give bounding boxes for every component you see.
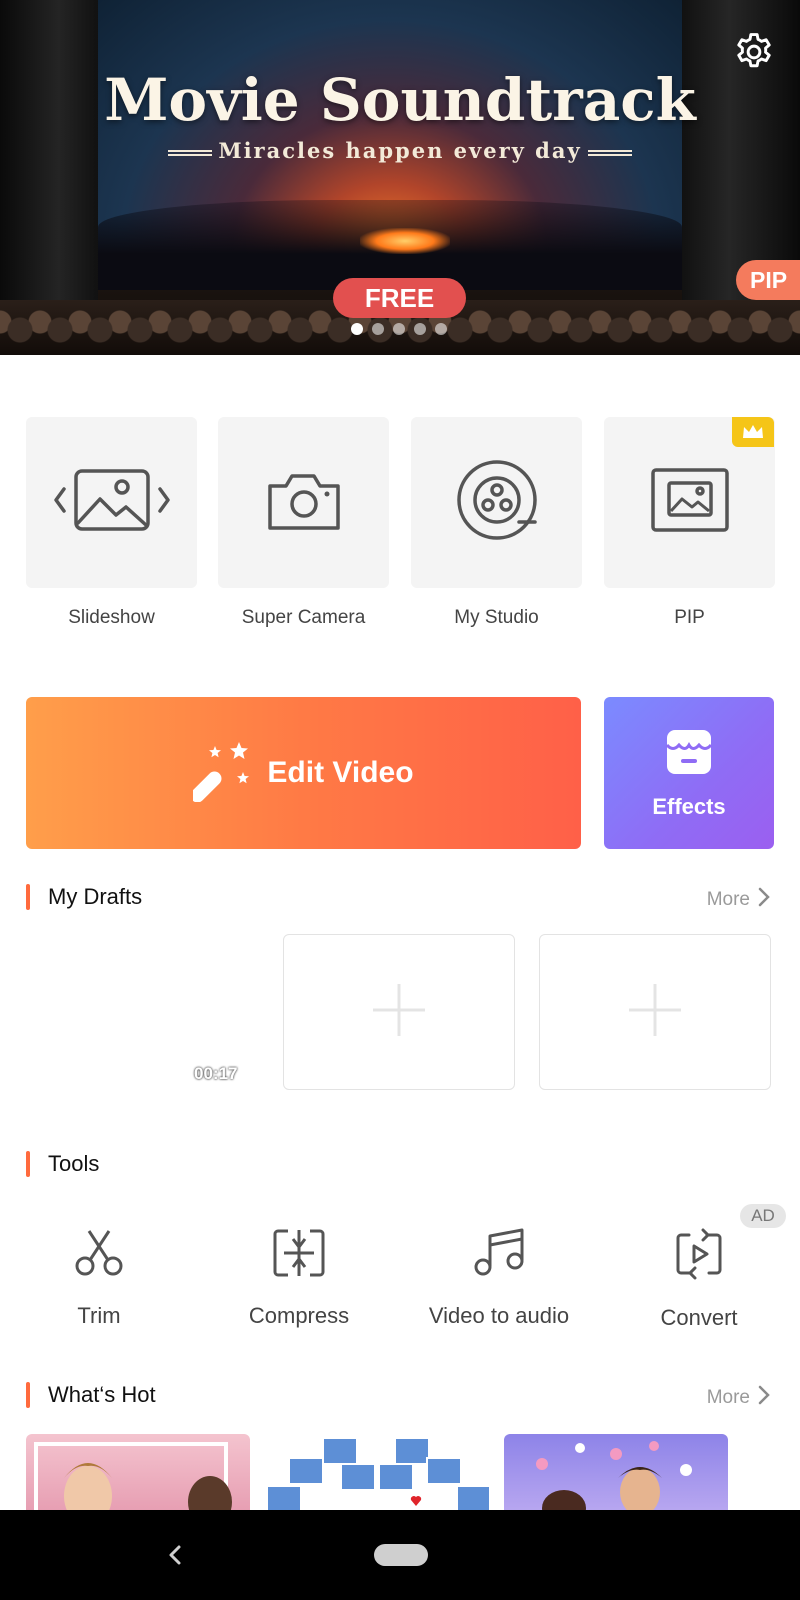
convert-tool[interactable]: Convert bbox=[604, 1228, 794, 1331]
trim-tool[interactable]: Trim bbox=[4, 1228, 194, 1329]
chevron-right-icon bbox=[758, 887, 770, 913]
section-accent-bar bbox=[26, 884, 30, 910]
balloons-photo-thumbnail bbox=[536, 1441, 692, 1510]
subtitle-right-rule bbox=[587, 149, 632, 156]
compress-label: Compress bbox=[248, 1303, 350, 1328]
couple-photo-thumbnail bbox=[34, 1442, 232, 1510]
edit-video-label: Edit Video bbox=[267, 756, 414, 789]
banner-subtitle: Miracles happen every day bbox=[218, 138, 582, 163]
new-draft-slot[interactable] bbox=[539, 934, 771, 1090]
hot-template-card[interactable] bbox=[504, 1434, 728, 1510]
plus-icon bbox=[371, 982, 427, 1043]
whats-hot-header: What‘s Hot bbox=[26, 1382, 156, 1408]
hot-more-link[interactable]: More bbox=[707, 1385, 770, 1411]
pip-icon bbox=[650, 467, 730, 538]
back-icon[interactable] bbox=[160, 1540, 190, 1570]
pagination-dot[interactable] bbox=[435, 323, 447, 335]
convert-icon bbox=[675, 1228, 723, 1285]
hot-template-card[interactable] bbox=[26, 1434, 250, 1510]
compress-icon bbox=[272, 1228, 326, 1283]
plus-icon bbox=[627, 982, 683, 1043]
system-navigation-bar bbox=[0, 1510, 800, 1600]
effects-button[interactable]: Effects bbox=[604, 697, 774, 849]
more-label: More bbox=[706, 1387, 750, 1408]
music-note-icon bbox=[472, 1228, 526, 1283]
hot-template-card[interactable] bbox=[267, 1434, 489, 1510]
compress-tool[interactable]: Compress bbox=[204, 1228, 394, 1329]
scissors-icon bbox=[73, 1228, 125, 1283]
promo-banner[interactable]: Movie Soundtrack Miracles happen every d… bbox=[0, 0, 800, 355]
pip-label: PIP bbox=[674, 607, 705, 628]
pagination-dot[interactable] bbox=[414, 323, 426, 335]
tools-header: Tools bbox=[26, 1151, 99, 1177]
subtitle-left-rule bbox=[168, 149, 213, 156]
store-icon bbox=[664, 727, 714, 782]
section-accent-bar bbox=[26, 1382, 30, 1408]
drafts-more-link[interactable]: More bbox=[707, 887, 770, 913]
film-reel-icon bbox=[455, 458, 539, 547]
pagination-dot[interactable] bbox=[393, 323, 405, 335]
video-to-audio-label: Video to audio bbox=[428, 1303, 570, 1328]
magic-wand-icon bbox=[190, 740, 253, 807]
pagination-dot[interactable] bbox=[351, 323, 363, 335]
banner-pagination bbox=[351, 323, 447, 335]
ad-badge: AD bbox=[740, 1204, 786, 1228]
super-camera-tile[interactable] bbox=[218, 417, 389, 588]
free-button[interactable]: FREE bbox=[333, 278, 466, 318]
banner-campfire-art bbox=[360, 228, 450, 254]
home-pill-button[interactable] bbox=[374, 1544, 428, 1566]
effects-label: Effects bbox=[652, 793, 726, 819]
my-studio-tile[interactable] bbox=[411, 417, 582, 588]
slideshow-label: Slideshow bbox=[68, 607, 155, 628]
tools-title: Tools bbox=[48, 1151, 100, 1176]
slideshow-icon bbox=[52, 465, 172, 540]
draft-duration[interactable]: 00:17 bbox=[194, 1064, 237, 1084]
premium-crown-icon bbox=[732, 417, 774, 447]
my-studio-label: My Studio bbox=[454, 607, 539, 628]
chevron-right-icon bbox=[758, 1385, 770, 1411]
super-camera-label: Super Camera bbox=[241, 607, 366, 628]
video-to-audio-tool[interactable]: Video to audio bbox=[404, 1228, 594, 1329]
banner-subtitle-row: Miracles happen every day bbox=[0, 138, 800, 163]
pagination-dot[interactable] bbox=[372, 323, 384, 335]
photo-grid-thumbnail bbox=[267, 1437, 489, 1510]
banner-title: Movie Soundtrack bbox=[104, 66, 696, 134]
settings-gear-icon[interactable] bbox=[732, 30, 776, 74]
edit-video-button[interactable]: Edit Video bbox=[26, 697, 581, 849]
trim-label: Trim bbox=[77, 1303, 121, 1328]
my-drafts-title: My Drafts bbox=[48, 884, 143, 909]
convert-label: Convert bbox=[660, 1305, 738, 1330]
new-draft-slot[interactable] bbox=[283, 934, 515, 1090]
more-label: More bbox=[706, 889, 750, 910]
whats-hot-title: What‘s Hot bbox=[48, 1382, 156, 1407]
camera-icon bbox=[266, 468, 342, 537]
slideshow-tile[interactable] bbox=[26, 417, 197, 588]
my-drafts-header: My Drafts bbox=[26, 884, 142, 910]
section-accent-bar bbox=[26, 1151, 30, 1177]
pip-badge[interactable]: PIP bbox=[736, 260, 800, 300]
